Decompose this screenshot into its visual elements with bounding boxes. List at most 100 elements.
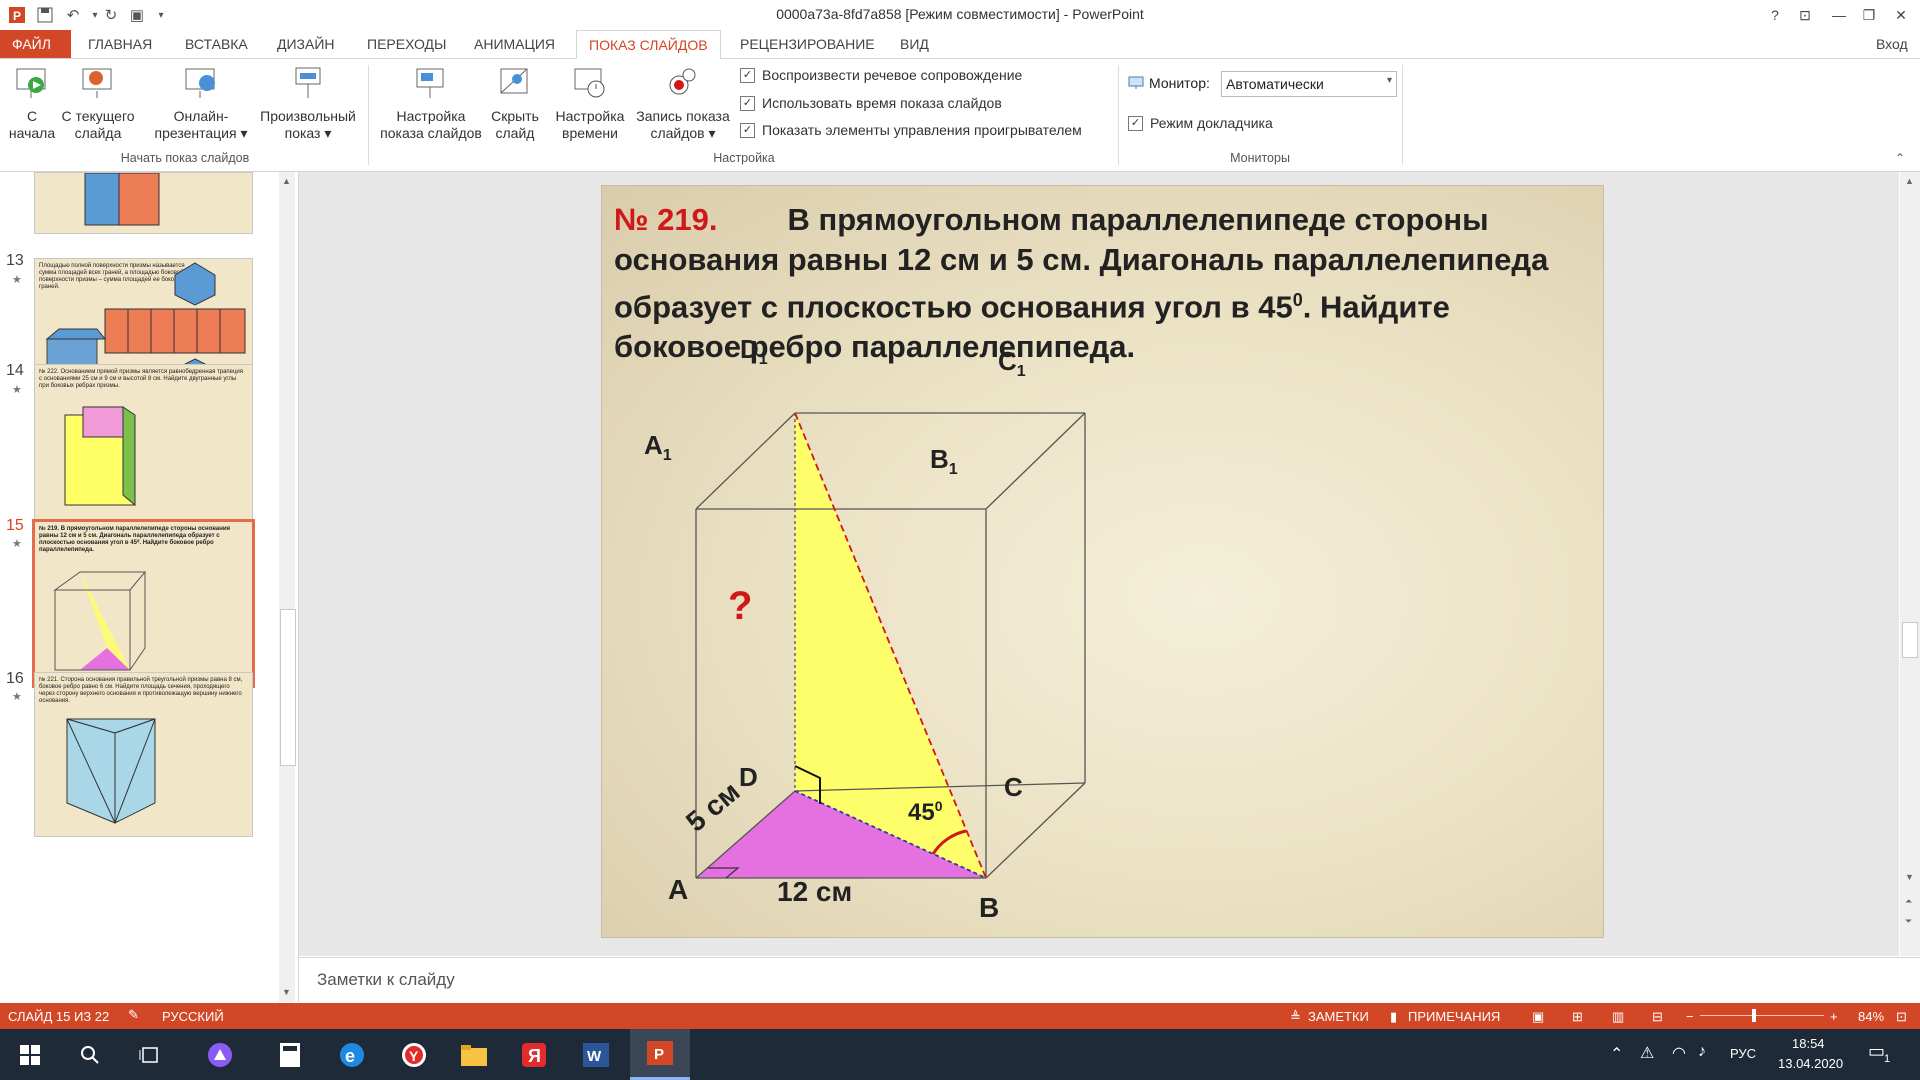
comments-icon[interactable]: ▮ <box>1390 1009 1397 1025</box>
tab-transitions[interactable]: ПЕРЕХОДЫ <box>355 30 458 58</box>
alice-assistant-icon[interactable] <box>190 1029 250 1080</box>
from-beginning-button[interactable]: С начала <box>6 65 58 142</box>
collapse-ribbon-icon[interactable]: ⌃ <box>1895 151 1905 165</box>
yandex-browser-icon[interactable]: Y <box>384 1029 444 1080</box>
from-current-label-2: слайда <box>74 125 122 141</box>
from-current-button[interactable]: С текущего слайда <box>58 65 138 142</box>
custom-show-label-2: показ ▾ <box>284 125 332 141</box>
from-current-label-1: С текущего <box>61 108 135 124</box>
powerpoint-taskbar-icon[interactable]: P <box>630 1029 690 1080</box>
notes-toggle-button[interactable]: ЗАМЕТКИ <box>1308 1009 1369 1024</box>
show-hidden-icons-icon[interactable]: ⌃ <box>1610 1044 1623 1064</box>
custom-show-button[interactable]: Произвольный показ ▾ <box>252 65 364 142</box>
label-b: B <box>979 892 1000 923</box>
tab-design[interactable]: ДИЗАЙН <box>265 30 347 58</box>
minimize-icon[interactable]: — <box>1822 2 1856 28</box>
close-icon[interactable]: ✕ <box>1884 2 1918 28</box>
media-controls-checkbox[interactable]: ✓ Показать элементы управления проигрыва… <box>740 122 1082 138</box>
notes-toggle-icon[interactable]: ≜ <box>1290 1009 1301 1025</box>
tab-review[interactable]: РЕЦЕНЗИРОВАНИЕ <box>728 30 887 58</box>
rehearse-timings-button[interactable]: Настройка времени <box>550 65 630 142</box>
reading-view-icon[interactable]: ▥ <box>1612 1009 1624 1025</box>
word-icon[interactable]: W <box>566 1029 626 1080</box>
hide-slide-button[interactable]: Скрыть слайд <box>486 65 544 142</box>
signin-link[interactable]: Вход <box>1876 30 1908 58</box>
windows-start-icon[interactable] <box>0 1029 60 1080</box>
ribbon-display-icon[interactable]: ⊡ <box>1788 2 1822 28</box>
zoom-slider-track[interactable] <box>1700 1015 1824 1016</box>
volume-icon[interactable]: ♪ <box>1698 1043 1706 1061</box>
window-title: 0000a73a-8fd7a858 [Режим совместимости] … <box>776 6 1144 22</box>
zoom-out-icon[interactable]: − <box>1686 1009 1694 1024</box>
spell-check-icon[interactable]: ✎ <box>128 1007 139 1023</box>
scroll-down-icon[interactable]: ▼ <box>282 987 291 997</box>
label-d1-letter: D <box>740 334 759 364</box>
input-language[interactable]: РУС <box>1730 1046 1756 1061</box>
slideshow-view-icon[interactable]: ⊟ <box>1652 1009 1663 1025</box>
file-explorer-icon[interactable] <box>444 1029 504 1080</box>
edge-browser-icon[interactable]: e <box>322 1029 382 1080</box>
tab-insert[interactable]: ВСТАВКА <box>173 30 260 58</box>
scroll-down-icon[interactable]: ▼ <box>1905 872 1914 882</box>
tab-view[interactable]: ВИД <box>888 30 941 58</box>
notifications-icon[interactable]: ▭ <box>1868 1041 1885 1062</box>
yandex-icon[interactable]: Я <box>504 1029 564 1080</box>
zoom-slider-thumb[interactable] <box>1752 1009 1756 1022</box>
fit-slide-icon[interactable]: ⊡ <box>1896 1009 1907 1025</box>
restore-icon[interactable]: ❐ <box>1852 2 1886 28</box>
slide-canvas[interactable]: № 219. В прямоугольном параллелепипеде ст… <box>601 185 1604 938</box>
wifi-icon[interactable]: ◠ <box>1672 1043 1686 1063</box>
hide-slide-icon <box>500 68 528 94</box>
tab-slideshow[interactable]: ПОКАЗ СЛАЙДОВ <box>576 30 721 60</box>
notification-count: 1 <box>1884 1053 1891 1065</box>
tab-animation[interactable]: АНИМАЦИЯ <box>462 30 567 58</box>
record-show-button[interactable]: Запись показа слайдов ▾ <box>630 65 736 142</box>
clock-date[interactable]: 13.04.2020 <box>1778 1056 1843 1071</box>
previous-slide-icon[interactable]: ⏶ <box>1905 896 1912 907</box>
normal-view-icon[interactable]: ▣ <box>1532 1009 1544 1025</box>
monitor-select[interactable]: Автоматически ▾ <box>1221 71 1397 97</box>
notes-pane[interactable]: Заметки к слайду <box>299 957 1920 1004</box>
group-separator <box>1118 65 1119 165</box>
comments-button[interactable]: ПРИМЕЧАНИЯ <box>1408 1009 1500 1024</box>
slide-thumbnail-12[interactable] <box>34 172 253 234</box>
slide-thumbnail-16[interactable]: № 221. Сторона основания правильной треу… <box>34 672 253 837</box>
tab-home[interactable]: ГЛАВНАЯ <box>76 30 164 58</box>
slide-thumbnail-15[interactable]: № 219. В прямоугольном параллелепипеде с… <box>32 519 255 688</box>
scroll-up-icon[interactable]: ▲ <box>1905 176 1914 186</box>
slide-sorter-icon[interactable]: ⊞ <box>1572 1009 1583 1025</box>
setup-show-button[interactable]: Настройка показа слайдов <box>374 65 488 142</box>
calculator-icon[interactable] <box>260 1029 320 1080</box>
label-b1: B1 <box>930 444 958 479</box>
presenter-view-checkmark[interactable]: ✓ <box>1128 115 1143 131</box>
slide-scroll-thumb[interactable] <box>1902 622 1918 658</box>
language-indicator[interactable]: РУССКИЙ <box>162 1009 224 1024</box>
ribbon-tabs: ФАЙЛ ГЛАВНАЯ ВСТАВКА ДИЗАЙН ПЕРЕХОДЫ АНИ… <box>0 30 1920 60</box>
thumbnails-scroll-thumb[interactable] <box>280 609 296 766</box>
online-present-button[interactable]: Онлайн- презентация ▾ <box>146 65 256 142</box>
use-timings-checkmark[interactable]: ✓ <box>740 95 755 111</box>
label-b1-letter: B <box>930 444 949 474</box>
use-timings-checkbox[interactable]: ✓ Использовать время показа слайдов <box>740 95 1002 111</box>
slide-thumbnail-14[interactable]: № 222. Основанием прямой призмы является… <box>34 364 253 529</box>
media-controls-checkmark[interactable]: ✓ <box>740 122 755 138</box>
presenter-view-checkbox[interactable]: ✓ Режим докладчика <box>1128 115 1273 131</box>
clock-time[interactable]: 18:54 <box>1792 1036 1825 1051</box>
help-button[interactable]: ? <box>1758 2 1792 28</box>
narrations-checkmark[interactable]: ✓ <box>740 67 755 83</box>
search-icon[interactable] <box>60 1029 120 1080</box>
group-separator <box>1402 65 1403 165</box>
scroll-up-icon[interactable]: ▲ <box>282 176 291 186</box>
network-warning-icon[interactable]: ⚠ <box>1640 1043 1654 1063</box>
label-a: A <box>668 874 689 905</box>
thumbnails-scrollbar[interactable]: ▲ ▼ <box>279 172 296 1002</box>
task-view-icon[interactable] <box>120 1029 180 1080</box>
tab-file[interactable]: ФАЙЛ <box>0 30 71 58</box>
notes-placeholder[interactable]: Заметки к слайду <box>317 970 455 990</box>
zoom-level[interactable]: 84% <box>1858 1009 1884 1024</box>
zoom-in-icon[interactable]: + <box>1830 1009 1838 1024</box>
narrations-checkbox[interactable]: ✓ Воспроизвести речевое сопровождение <box>740 67 1022 83</box>
slide-scrollbar[interactable]: ▲ ▼ ⏶ ⏷ <box>1900 172 1920 956</box>
next-slide-icon[interactable]: ⏷ <box>1905 916 1912 927</box>
label-a1-letter: A <box>644 430 663 460</box>
